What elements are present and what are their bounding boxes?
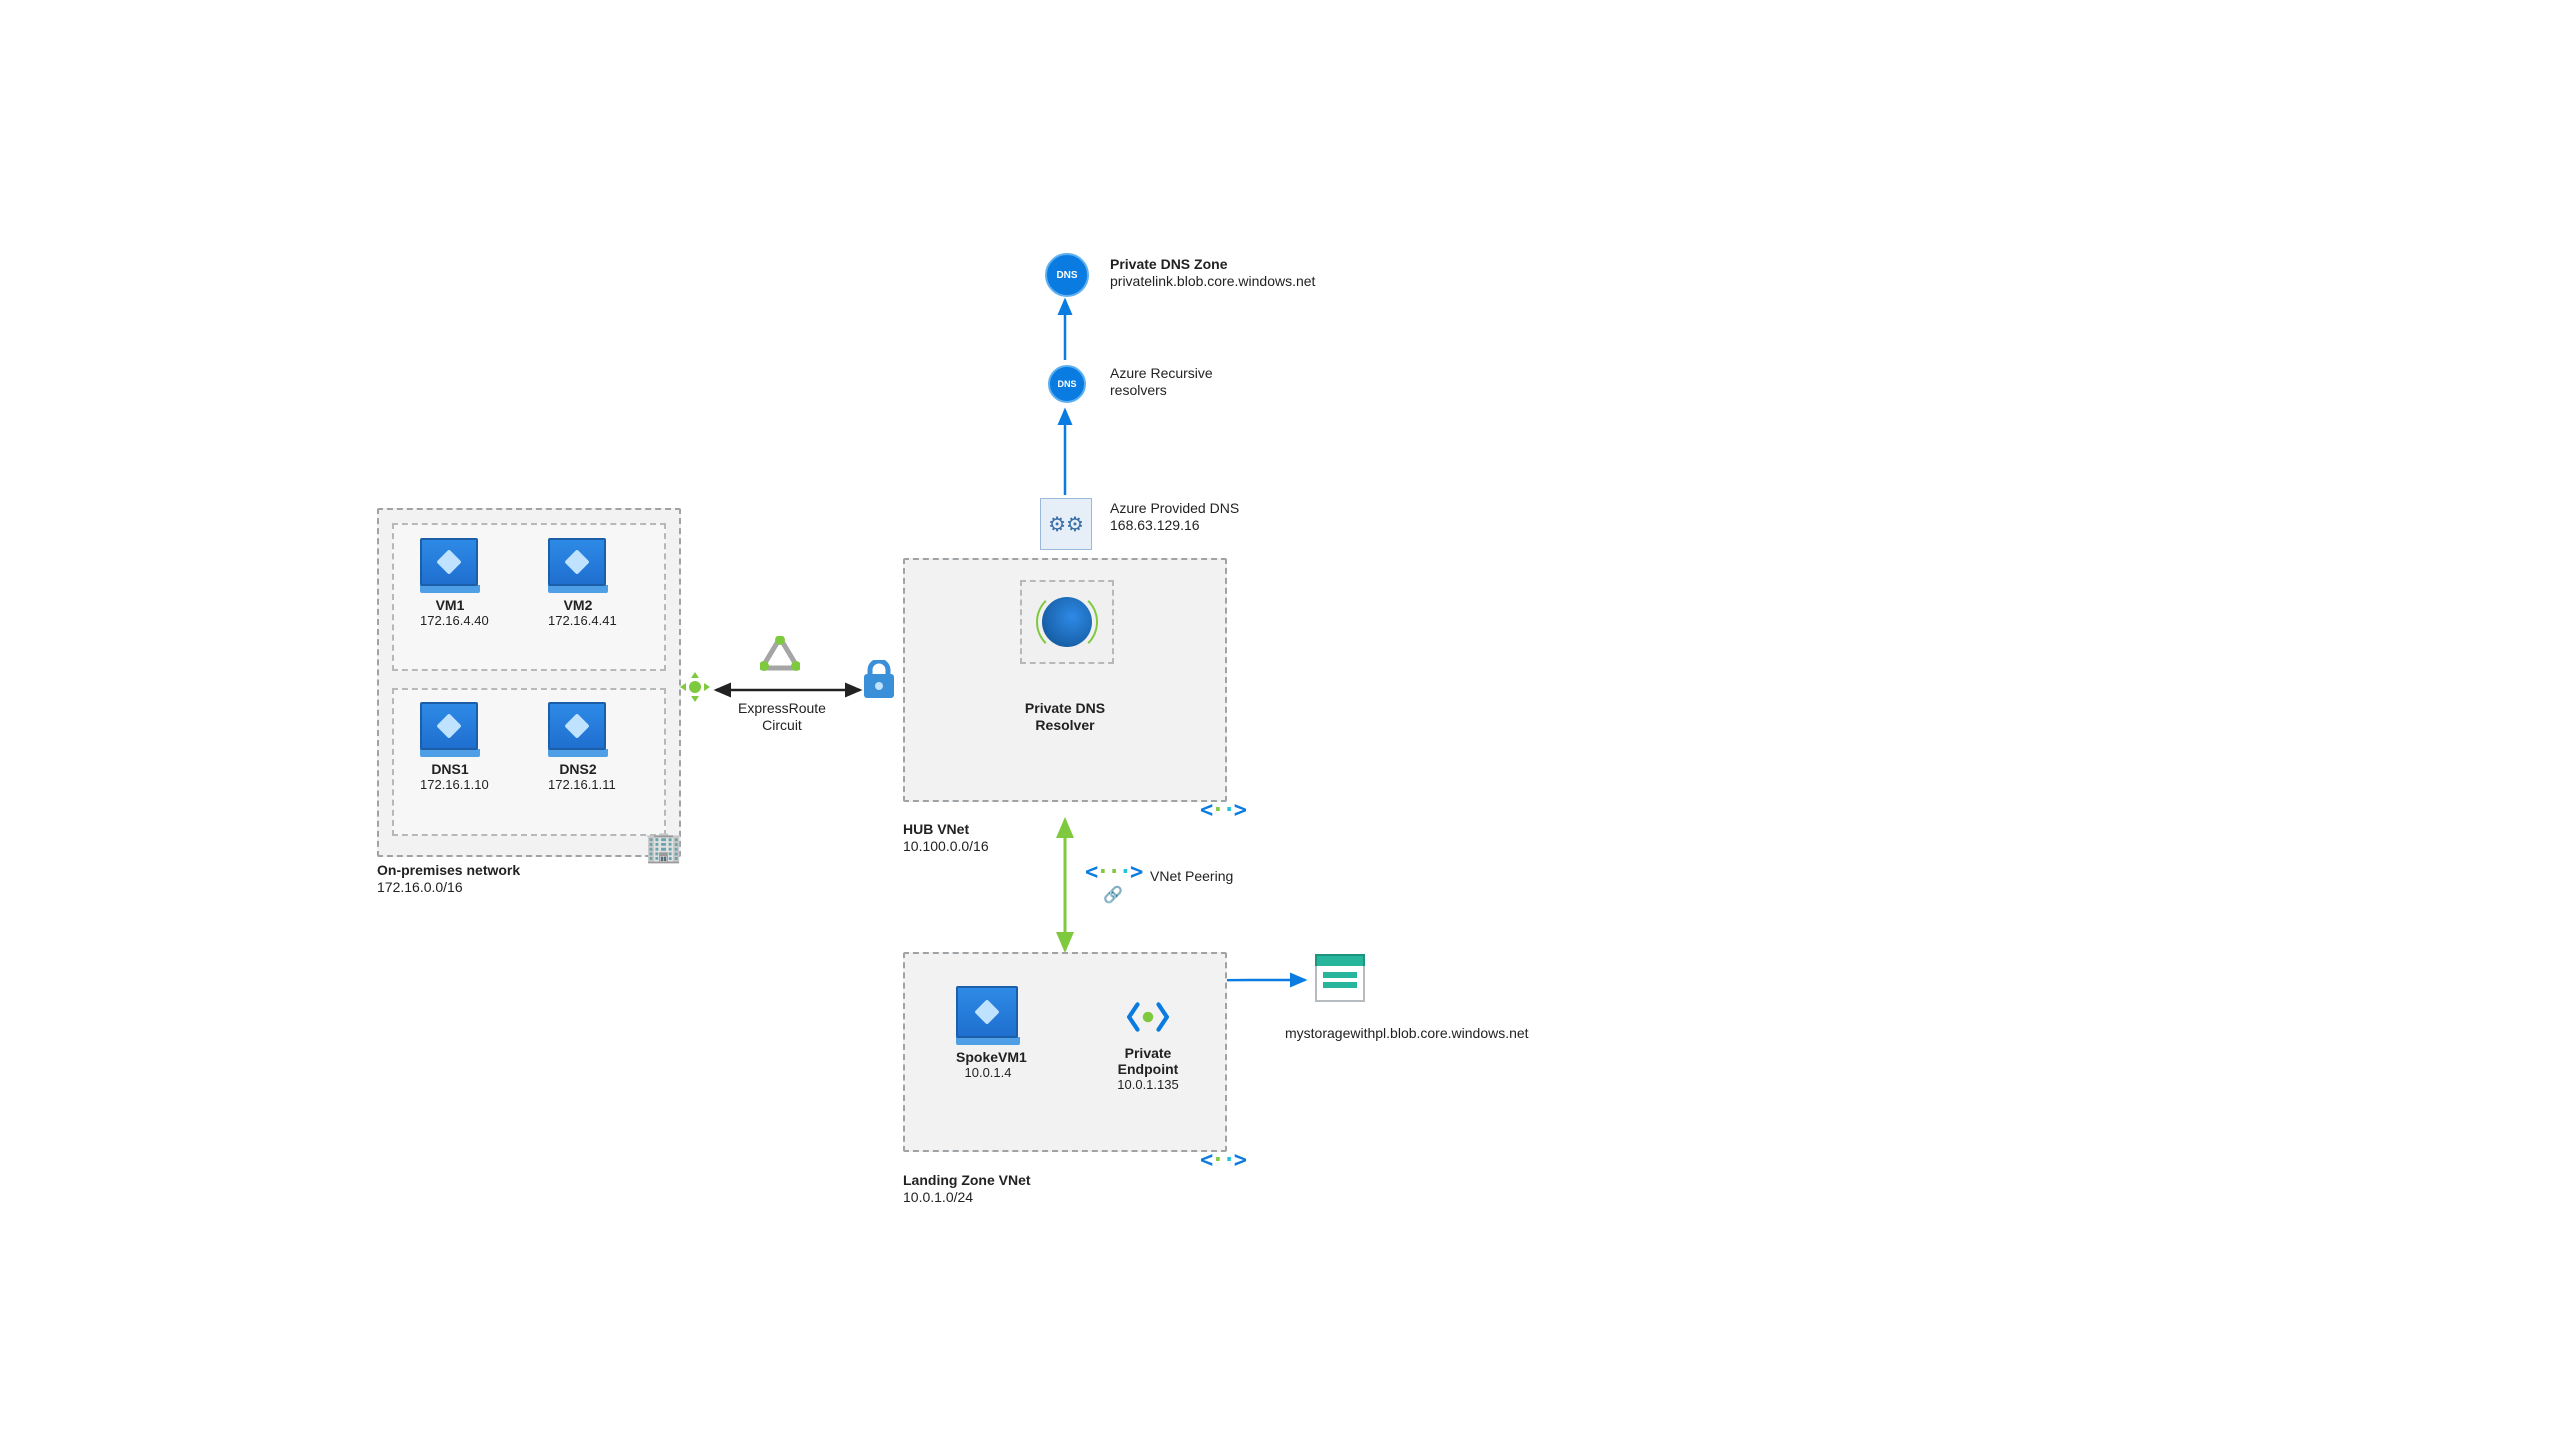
onprem-label: On-premises network 172.16.0.0/16: [377, 862, 520, 896]
azure-provided-dns-label: Azure Provided DNS 168.63.129.16: [1110, 500, 1239, 534]
pe-name: Private Endpoint: [1108, 1045, 1188, 1077]
vm-icon: [548, 538, 606, 586]
dns2: DNS2 172.16.1.11: [548, 702, 608, 792]
recursive-resolver-icon: DNS: [1048, 365, 1086, 403]
vm-icon: [548, 702, 606, 750]
dns-resolver-icon: [1042, 597, 1092, 647]
private-endpoint-icon: [1127, 996, 1169, 1038]
spoke-vm: SpokeVM1 10.0.1.4: [956, 986, 1020, 1080]
private-zone-name: privatelink.blob.core.windows.net: [1110, 273, 1315, 290]
storage-label: mystoragewithpl.blob.core.windows.net: [1285, 1025, 1529, 1041]
spoke-name: SpokeVM1: [956, 1049, 1020, 1065]
onprem-title: On-premises network: [377, 862, 520, 879]
private-endpoint: Private Endpoint 10.0.1.135: [1108, 996, 1188, 1092]
vm-icon: [956, 986, 1018, 1038]
spoke-ip: 10.0.1.4: [956, 1065, 1020, 1080]
expressroute-label: ExpressRoute Circuit: [732, 700, 832, 734]
hub-title: HUB VNet: [903, 821, 989, 838]
vm2-ip: 172.16.4.41: [548, 613, 608, 628]
dns2-ip: 172.16.1.11: [548, 777, 608, 792]
lz-label: Landing Zone VNet 10.0.1.0/24: [903, 1172, 1031, 1206]
hub-cidr: 10.100.0.0/16: [903, 838, 989, 855]
provided-dns-ip: 168.63.129.16: [1110, 517, 1239, 534]
vm1: VM1 172.16.4.40: [420, 538, 480, 628]
dns1: DNS1 172.16.1.10: [420, 702, 480, 792]
dns1-ip: 172.16.1.10: [420, 777, 480, 792]
onprem-cidr: 172.16.0.0/16: [377, 879, 520, 896]
lz-cidr: 10.0.1.0/24: [903, 1189, 1031, 1206]
vm1-name: VM1: [420, 597, 480, 613]
building-icon: 🏢: [645, 830, 682, 865]
private-dns-resolver: [1020, 580, 1114, 664]
expressroute-icon: [760, 636, 800, 675]
private-dns-zone-icon: DNS: [1045, 253, 1089, 297]
gateway-icon: [678, 670, 712, 707]
hub-label: HUB VNet 10.100.0.0/16: [903, 821, 989, 855]
provided-dns-text: Azure Provided DNS: [1110, 500, 1239, 517]
vm1-ip: 172.16.4.40: [420, 613, 480, 628]
vnet-peering-label: VNet Peering: [1150, 868, 1233, 884]
storage-icon: [1315, 960, 1365, 1002]
pe-ip: 10.0.1.135: [1108, 1077, 1188, 1092]
vnet-gateway-icon: [862, 660, 896, 703]
vnet-icon: <··>: [1200, 1148, 1245, 1173]
private-dns-zone-label: Private DNS Zone privatelink.blob.core.w…: [1110, 256, 1315, 290]
dns1-name: DNS1: [420, 761, 480, 777]
dns2-name: DNS2: [548, 761, 608, 777]
diagram-canvas: VM1 172.16.4.40 VM2 172.16.4.41 DNS1 172…: [0, 0, 2575, 1448]
lz-title: Landing Zone VNet: [903, 1172, 1031, 1189]
vm2-name: VM2: [548, 597, 608, 613]
private-zone-title: Private DNS Zone: [1110, 256, 1315, 273]
recursive-resolver-label: Azure Recursive resolvers: [1110, 365, 1213, 399]
storage-account: [1315, 960, 1365, 1002]
vnet-peering-icon: <···> 🔗: [1085, 860, 1141, 905]
resolver-label: Private DNS Resolver: [1000, 700, 1130, 734]
azure-provided-dns-icon: ⚙⚙: [1040, 498, 1092, 550]
vm-icon: [420, 538, 478, 586]
vm2: VM2 172.16.4.41: [548, 538, 608, 628]
vm-icon: [420, 702, 478, 750]
vnet-icon: <··>: [1200, 798, 1245, 823]
